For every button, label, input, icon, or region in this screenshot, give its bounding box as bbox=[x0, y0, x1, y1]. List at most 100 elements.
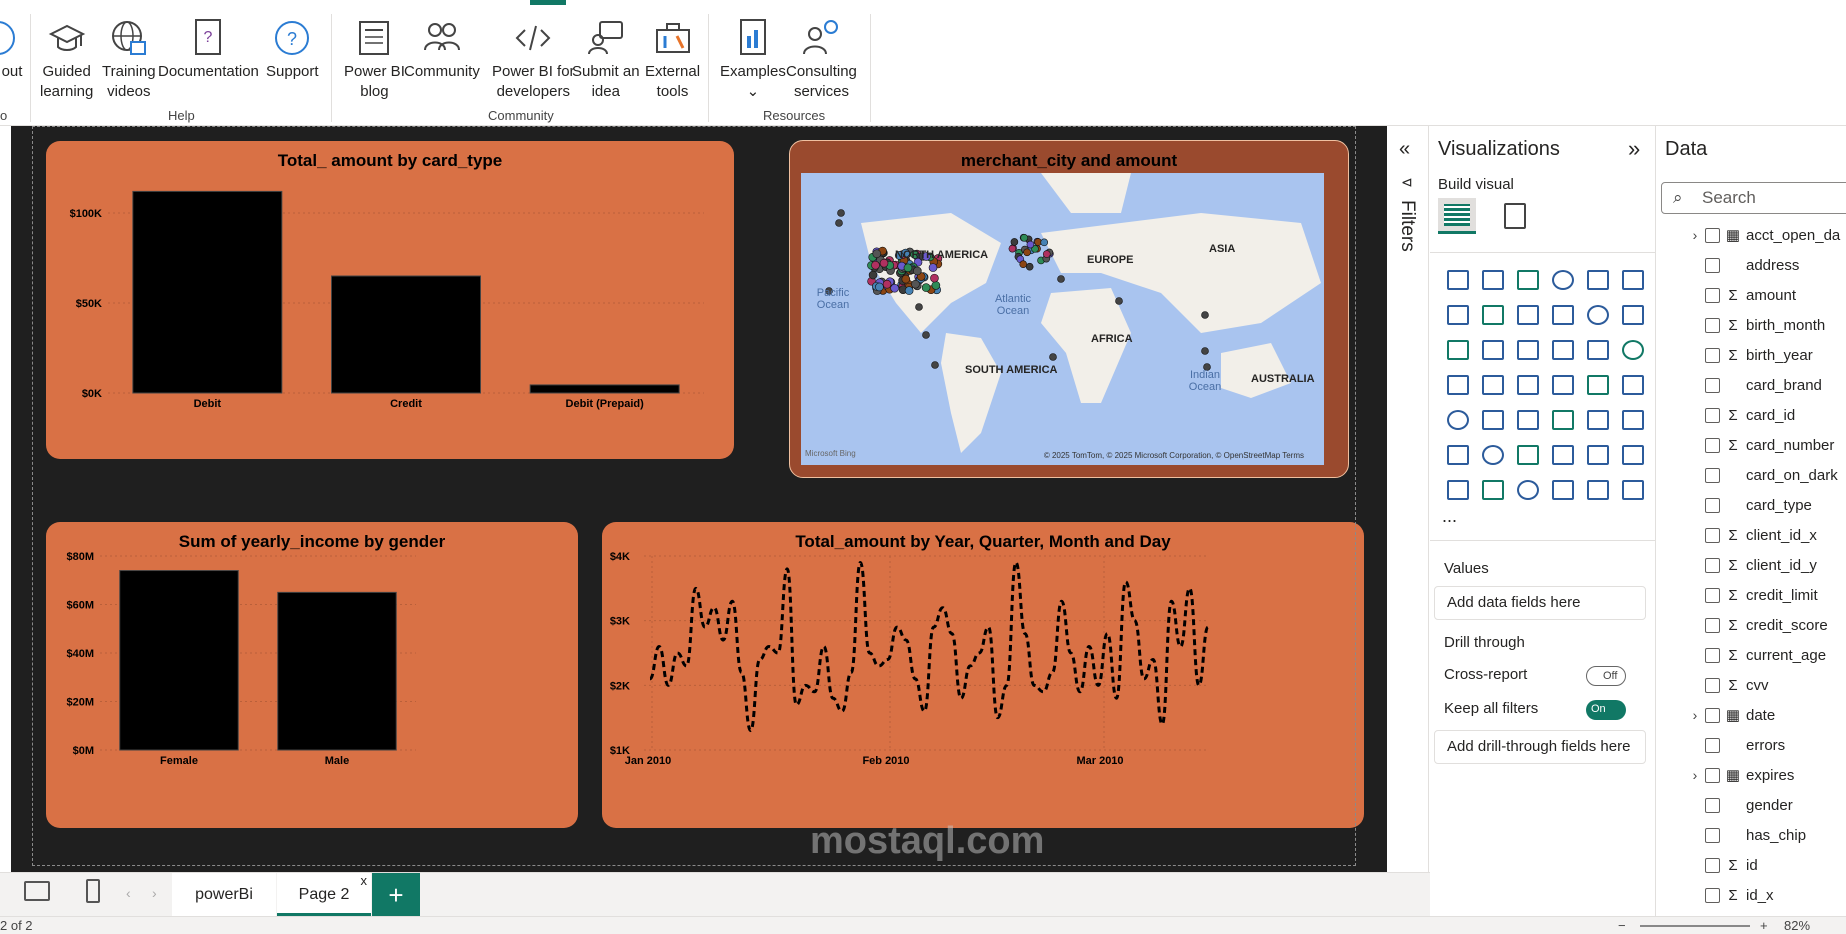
training-videos-button[interactable]: Training videos bbox=[102, 18, 156, 102]
field-item[interactable]: Σbirth_month bbox=[1657, 310, 1846, 340]
visual-type-icon[interactable] bbox=[1545, 402, 1580, 437]
mobile-view-icon[interactable] bbox=[86, 879, 100, 903]
next-page-icon[interactable]: › bbox=[152, 885, 157, 901]
visual-type-icon[interactable] bbox=[1440, 472, 1475, 507]
visual-type-icon[interactable] bbox=[1475, 332, 1510, 367]
field-checkbox[interactable] bbox=[1705, 887, 1720, 903]
more-visuals-icon[interactable]: ... bbox=[1442, 506, 1457, 527]
build-visual-tab[interactable] bbox=[1438, 198, 1476, 234]
field-item[interactable]: has_chip bbox=[1657, 820, 1846, 850]
about-button[interactable]: out bbox=[0, 18, 32, 82]
field-item[interactable]: Σcard_id bbox=[1657, 400, 1846, 430]
field-item[interactable]: Σamount bbox=[1657, 280, 1846, 310]
field-checkbox[interactable] bbox=[1705, 557, 1720, 573]
field-item[interactable]: errors bbox=[1657, 730, 1846, 760]
field-checkbox[interactable] bbox=[1705, 767, 1720, 783]
field-checkbox[interactable] bbox=[1705, 797, 1720, 813]
visual-type-icon[interactable] bbox=[1440, 402, 1475, 437]
visual-type-icon[interactable] bbox=[1440, 297, 1475, 332]
guided-learning-button[interactable]: Guided learning bbox=[40, 18, 93, 102]
visual-type-icon[interactable] bbox=[1545, 472, 1580, 507]
field-item[interactable]: card_type bbox=[1657, 490, 1846, 520]
field-item[interactable]: address bbox=[1657, 250, 1846, 280]
visual-type-icon[interactable] bbox=[1475, 262, 1510, 297]
field-item[interactable]: Σcurrent_age bbox=[1657, 640, 1846, 670]
map-area[interactable]: NORTH AMERICA EUROPE ASIA AFRICA SOUTH A… bbox=[801, 173, 1324, 465]
chevron-right-icon[interactable]: › bbox=[1685, 707, 1705, 723]
submit-idea-button[interactable]: Submit an idea bbox=[572, 18, 640, 102]
visual-type-icon[interactable] bbox=[1510, 437, 1545, 472]
field-checkbox[interactable] bbox=[1705, 317, 1720, 333]
visual-type-icon[interactable] bbox=[1580, 437, 1615, 472]
field-item[interactable]: Σclient_id_x bbox=[1657, 520, 1846, 550]
tab-page2[interactable]: Page 2 x bbox=[277, 873, 371, 917]
field-checkbox[interactable] bbox=[1705, 857, 1720, 873]
field-item[interactable]: Σcvv bbox=[1657, 670, 1846, 700]
visual-type-icon[interactable] bbox=[1510, 367, 1545, 402]
visual-type-icon[interactable] bbox=[1580, 367, 1615, 402]
field-item[interactable]: Σcredit_limit bbox=[1657, 580, 1846, 610]
cross-report-toggle[interactable]: Off bbox=[1586, 666, 1626, 686]
field-checkbox[interactable] bbox=[1705, 347, 1720, 363]
field-checkbox[interactable] bbox=[1705, 257, 1720, 273]
field-checkbox[interactable] bbox=[1705, 737, 1720, 753]
examples-button[interactable]: Examples ⌄ bbox=[720, 18, 786, 102]
field-checkbox[interactable] bbox=[1705, 617, 1720, 633]
field-checkbox[interactable] bbox=[1705, 647, 1720, 663]
chevrons-left-icon[interactable]: « bbox=[1399, 138, 1410, 161]
visual-type-icon[interactable] bbox=[1440, 262, 1475, 297]
powerbi-blog-button[interactable]: Power BI blog bbox=[344, 18, 405, 102]
field-item[interactable]: › ▦ expires bbox=[1657, 760, 1846, 790]
visual-type-icon[interactable] bbox=[1615, 367, 1650, 402]
visual-type-icon[interactable] bbox=[1615, 437, 1650, 472]
visual-type-icon[interactable] bbox=[1615, 262, 1650, 297]
field-item[interactable]: Σcredit_score bbox=[1657, 610, 1846, 640]
gender-visual[interactable]: Sum of yearly_income by gender $0M $20M $4… bbox=[46, 522, 578, 828]
field-checkbox[interactable] bbox=[1705, 467, 1720, 483]
field-checkbox[interactable] bbox=[1705, 287, 1720, 303]
visual-type-icon[interactable] bbox=[1440, 367, 1475, 402]
field-item[interactable]: › ▦ date bbox=[1657, 700, 1846, 730]
visual-type-icon[interactable] bbox=[1580, 402, 1615, 437]
card-type-visual[interactable]: Total_ amount by card_type $0K $50K $100K D… bbox=[46, 141, 734, 459]
field-checkbox[interactable] bbox=[1705, 227, 1720, 243]
field-item[interactable]: card_brand bbox=[1657, 370, 1846, 400]
field-item[interactable]: Σcard_number bbox=[1657, 430, 1846, 460]
field-checkbox[interactable] bbox=[1705, 827, 1720, 843]
visual-type-icon[interactable] bbox=[1475, 297, 1510, 332]
map-copyright[interactable]: © 2025 TomTom, © 2025 Microsoft Corporat… bbox=[1044, 451, 1304, 460]
visual-type-icon[interactable] bbox=[1475, 367, 1510, 402]
visual-type-icon[interactable] bbox=[1545, 437, 1580, 472]
chevrons-right-icon[interactable]: » bbox=[1628, 136, 1640, 162]
field-checkbox[interactable] bbox=[1705, 707, 1720, 723]
tab-powerbi[interactable]: powerBi bbox=[172, 873, 276, 917]
report-canvas[interactable]: Total_ amount by card_type $0K $50K $100K D… bbox=[11, 126, 1387, 872]
field-checkbox[interactable] bbox=[1705, 587, 1720, 603]
field-item[interactable]: Σid bbox=[1657, 850, 1846, 880]
visual-type-icon[interactable] bbox=[1545, 262, 1580, 297]
visual-type-icon[interactable] bbox=[1440, 437, 1475, 472]
visual-type-icon[interactable] bbox=[1615, 332, 1650, 367]
field-item[interactable]: gender bbox=[1657, 790, 1846, 820]
visual-type-icon[interactable] bbox=[1510, 297, 1545, 332]
format-visual-tab[interactable] bbox=[1496, 198, 1534, 234]
visual-type-icon[interactable] bbox=[1545, 297, 1580, 332]
visual-type-icon[interactable] bbox=[1580, 297, 1615, 332]
visual-type-icon[interactable] bbox=[1510, 262, 1545, 297]
visual-type-icon[interactable] bbox=[1545, 367, 1580, 402]
zoom-slider[interactable] bbox=[1640, 925, 1750, 927]
field-item[interactable]: Σclient_id_y bbox=[1657, 550, 1846, 580]
field-item[interactable]: Σid_x bbox=[1657, 880, 1846, 910]
add-data-fields-well[interactable]: Add data fields here bbox=[1434, 586, 1646, 620]
field-checkbox[interactable] bbox=[1705, 497, 1720, 513]
visual-type-icon[interactable] bbox=[1475, 402, 1510, 437]
visual-type-icon[interactable] bbox=[1580, 332, 1615, 367]
visual-type-icon[interactable] bbox=[1580, 262, 1615, 297]
search-input[interactable]: Search bbox=[1661, 182, 1846, 214]
field-checkbox[interactable] bbox=[1705, 527, 1720, 543]
visual-type-icon[interactable] bbox=[1545, 332, 1580, 367]
prev-page-icon[interactable]: ‹ bbox=[126, 885, 131, 901]
visual-type-icon[interactable] bbox=[1440, 332, 1475, 367]
close-tab-icon[interactable]: x bbox=[361, 859, 368, 903]
map-visual[interactable]: merchant_city and amount NORTH AMERICA E… bbox=[789, 140, 1349, 478]
